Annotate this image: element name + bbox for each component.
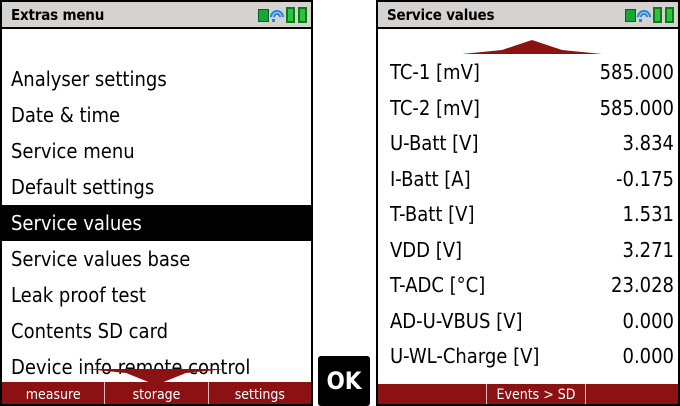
value-row: T-ADC [°C] 23.028 bbox=[378, 268, 678, 304]
value-reading: -0.175 bbox=[616, 166, 674, 191]
menu-item-service-values[interactable]: Service values bbox=[2, 205, 311, 241]
menu-item-service-values-base[interactable]: Service values base bbox=[2, 241, 311, 277]
menu-item-default-settings[interactable]: Default settings bbox=[2, 169, 311, 205]
softkey-storage[interactable]: storage bbox=[104, 382, 207, 404]
value-label: AD-U-VBUS [V] bbox=[390, 308, 523, 333]
softkey-bar: measure storage settings bbox=[2, 382, 311, 404]
ok-button[interactable]: OK bbox=[318, 356, 370, 406]
value-label: VDD [V] bbox=[390, 237, 463, 262]
value-reading: 0.000 bbox=[622, 308, 675, 333]
battery-icon bbox=[653, 7, 662, 23]
menu-list: Analyser settings Date & time Service me… bbox=[2, 61, 311, 385]
title-bar: Extras menu bbox=[2, 2, 311, 29]
extras-menu-screen: Extras menu Analyser settings Date & tim… bbox=[0, 0, 313, 406]
value-label: U-Batt [V] bbox=[390, 131, 479, 155]
value-row: U-WL-Charge [V] 0.000 bbox=[378, 339, 678, 375]
menu-item-contents-sd-card[interactable]: Contents SD card bbox=[2, 313, 311, 349]
battery-icon bbox=[665, 7, 674, 23]
value-row: TC-1 [mV] 585.000 bbox=[378, 55, 678, 91]
value-row: TC-2 [mV] 585.000 bbox=[378, 91, 678, 127]
value-reading: 585.000 bbox=[599, 95, 674, 120]
softkey-settings[interactable]: settings bbox=[207, 382, 311, 404]
menu-item-analyser-settings[interactable]: Analyser settings bbox=[2, 61, 311, 97]
value-row: VDD [V] 3.271 bbox=[378, 233, 678, 269]
title-bar: Service values bbox=[378, 2, 678, 29]
value-reading: 1.531 bbox=[622, 202, 675, 226]
value-reading: 585.000 bbox=[599, 60, 674, 84]
value-reading: 3.271 bbox=[622, 237, 675, 262]
battery-icon bbox=[298, 7, 307, 23]
menu-item-leak-proof-test[interactable]: Leak proof test bbox=[2, 277, 311, 313]
value-row: I-Batt [A] -0.175 bbox=[378, 162, 678, 198]
value-reading: 3.834 bbox=[622, 131, 675, 155]
value-label: TC-1 [mV] bbox=[390, 60, 480, 84]
softkey-measure[interactable]: measure bbox=[2, 382, 104, 404]
battery-icon bbox=[286, 7, 295, 23]
menu-item-service-menu[interactable]: Service menu bbox=[2, 133, 311, 169]
value-row: U-Batt [V] 3.834 bbox=[378, 126, 678, 162]
softkey-events-to-sd[interactable]: Events > SD bbox=[486, 384, 586, 404]
status-icons bbox=[625, 5, 674, 27]
menu-item-date-time[interactable]: Date & time bbox=[2, 97, 311, 133]
value-row: T-Batt [V] 1.531 bbox=[378, 197, 678, 233]
status-square-icon bbox=[258, 8, 269, 22]
value-row: AD-U-VBUS [V] 0.000 bbox=[378, 304, 678, 340]
value-label: U-WL-Charge [V] bbox=[390, 344, 540, 368]
status-icons bbox=[258, 5, 307, 27]
value-reading: 0.000 bbox=[622, 344, 675, 368]
value-label: T-ADC [°C] bbox=[390, 273, 486, 297]
screen-title: Service values bbox=[387, 6, 495, 24]
value-reading: 23.028 bbox=[611, 273, 674, 297]
scroll-up-arrow-icon[interactable] bbox=[462, 40, 602, 54]
wifi-icon bbox=[634, 6, 654, 27]
value-label: I-Batt [A] bbox=[390, 166, 471, 191]
value-label: TC-2 [mV] bbox=[390, 95, 480, 120]
value-label: T-Batt [V] bbox=[390, 202, 475, 226]
status-square-icon bbox=[625, 8, 636, 22]
softkey-bar: Events > SD bbox=[378, 384, 678, 404]
service-values-screen: Service values TC-1 [mV] 585.000 TC-2 [mV… bbox=[376, 0, 680, 406]
wifi-icon bbox=[267, 6, 287, 27]
screen-title: Extras menu bbox=[11, 6, 105, 24]
service-values-list: TC-1 [mV] 585.000 TC-2 [mV] 585.000 U-Batt… bbox=[378, 55, 678, 375]
